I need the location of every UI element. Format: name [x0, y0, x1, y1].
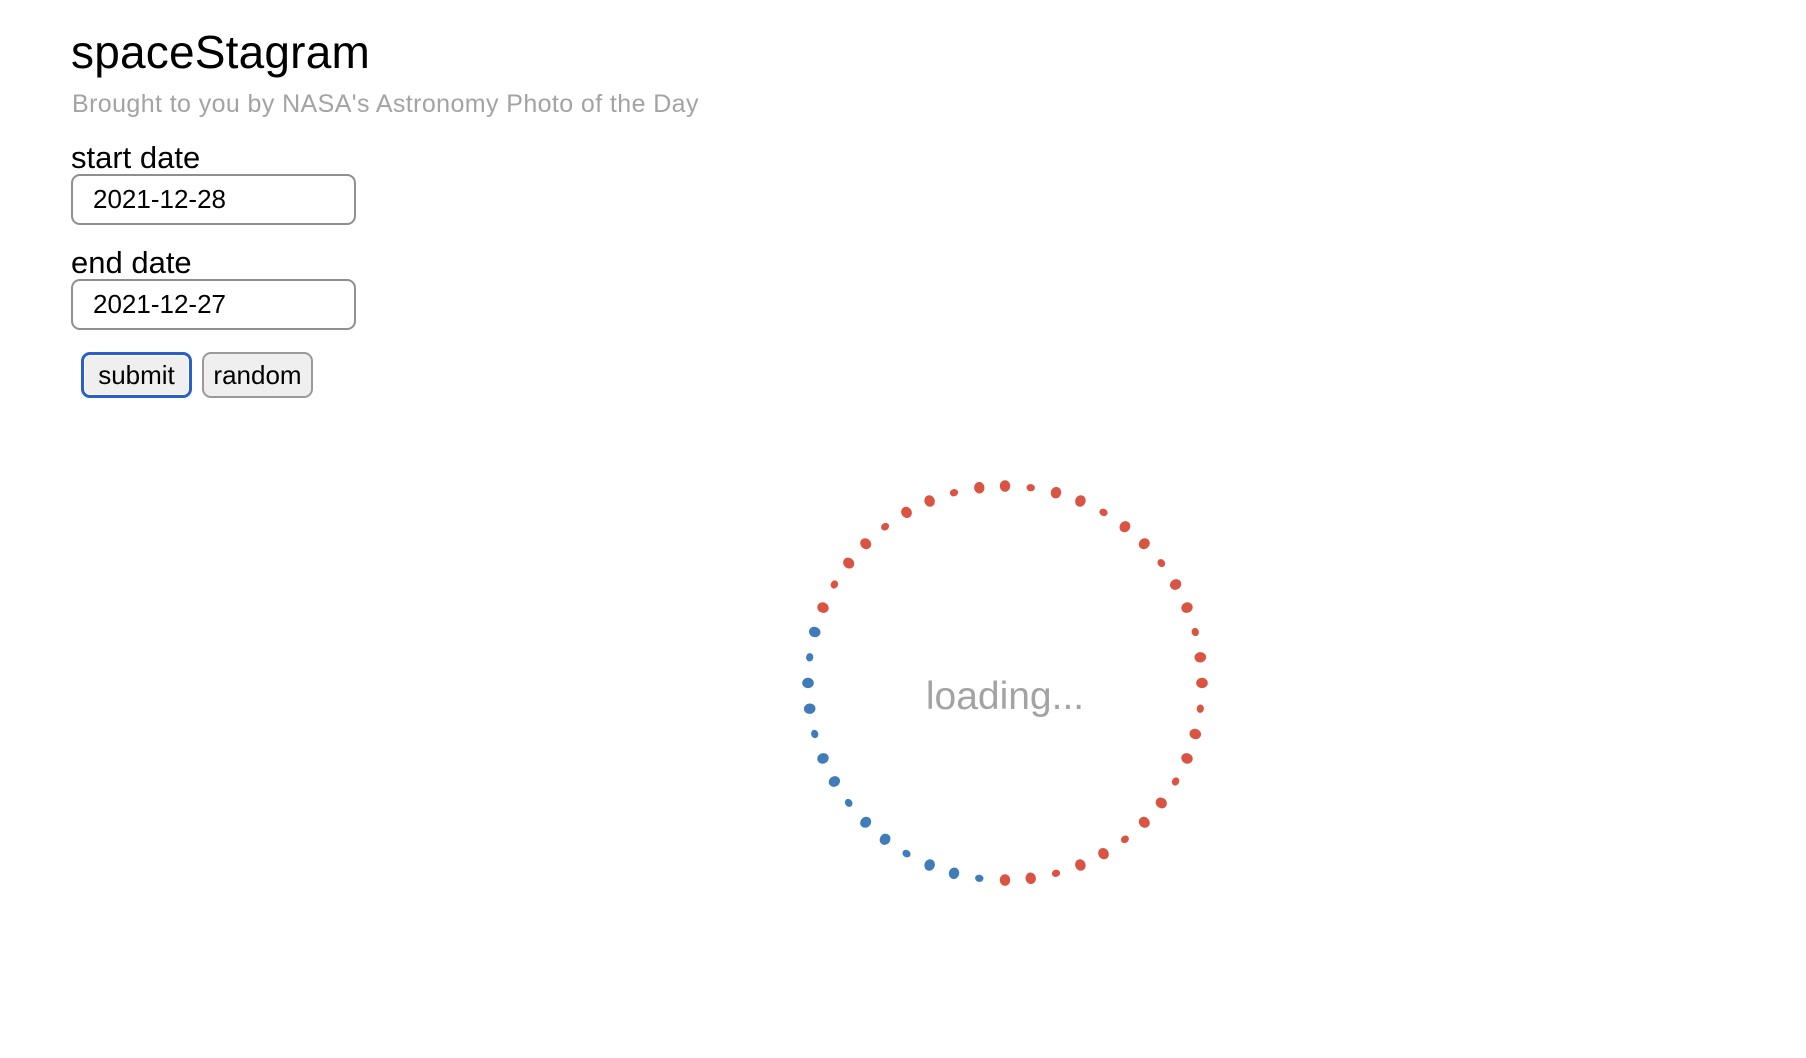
spinner-dot: [924, 859, 935, 871]
start-date-input[interactable]: [71, 174, 356, 225]
spinner-dot: [975, 874, 984, 882]
spinner-dot: [1194, 652, 1207, 663]
spinner-dot: [860, 816, 872, 828]
spinner-dot: [844, 798, 853, 807]
spinner-dot: [1099, 508, 1108, 517]
spinner-dot: [1026, 484, 1035, 492]
spinner-dot: [949, 489, 959, 497]
spinner-dot: [999, 480, 1011, 492]
header: spaceStagram Brought to you by NASA's As…: [71, 22, 699, 120]
spinner-dot: [879, 833, 891, 845]
spinner-dot: [1050, 486, 1062, 499]
spinner-dot: [974, 481, 985, 494]
spinner-dot: [811, 729, 819, 739]
spinner-dot: [1155, 797, 1167, 809]
app-title: spaceStagram: [71, 26, 370, 78]
spinner-dot: [830, 580, 839, 589]
random-button[interactable]: random: [202, 352, 313, 398]
spinner-dot: [1098, 847, 1109, 860]
spinner-dot: [1191, 627, 1199, 637]
spinner-dot: [1181, 753, 1193, 764]
spinner-dot: [1119, 521, 1131, 533]
spinner-dot: [806, 653, 814, 662]
spinner-dot: [901, 506, 912, 519]
spinner-dot: [1075, 495, 1086, 507]
spinner-dot: [1189, 728, 1202, 740]
spinner-dot: [1157, 559, 1166, 568]
spinner-dot: [808, 626, 821, 638]
spinner-dot: [1025, 872, 1036, 885]
spinner-dot: [1051, 869, 1061, 877]
spinner-dot: [924, 495, 935, 507]
spinner-dot: [1120, 835, 1129, 844]
spinner-dot: [843, 557, 855, 569]
spinner-dot: [881, 522, 890, 531]
spinner-dot: [1075, 859, 1086, 871]
spinner-dot: [1169, 579, 1182, 590]
spinner-dot: [1138, 816, 1150, 828]
spinner-dot: [828, 776, 841, 787]
spinner-dot: [817, 753, 829, 764]
spinner-dot: [1181, 602, 1193, 613]
app-subtitle: Brought to you by NASA's Astronomy Photo…: [72, 90, 699, 118]
spinner-dot: [1171, 777, 1180, 786]
end-date-input[interactable]: [71, 279, 356, 330]
end-date-label: end date: [71, 245, 192, 280]
spinner-dot: [948, 867, 960, 880]
loading-text: loading...: [925, 675, 1085, 718]
start-date-label: start date: [71, 140, 201, 175]
spinner-dot: [1138, 538, 1150, 550]
submit-button[interactable]: submit: [81, 352, 192, 398]
spinner-dot: [817, 602, 829, 613]
spinner-dot: [999, 874, 1011, 886]
spinner-dot: [860, 538, 872, 550]
spinner-dot: [902, 849, 911, 858]
